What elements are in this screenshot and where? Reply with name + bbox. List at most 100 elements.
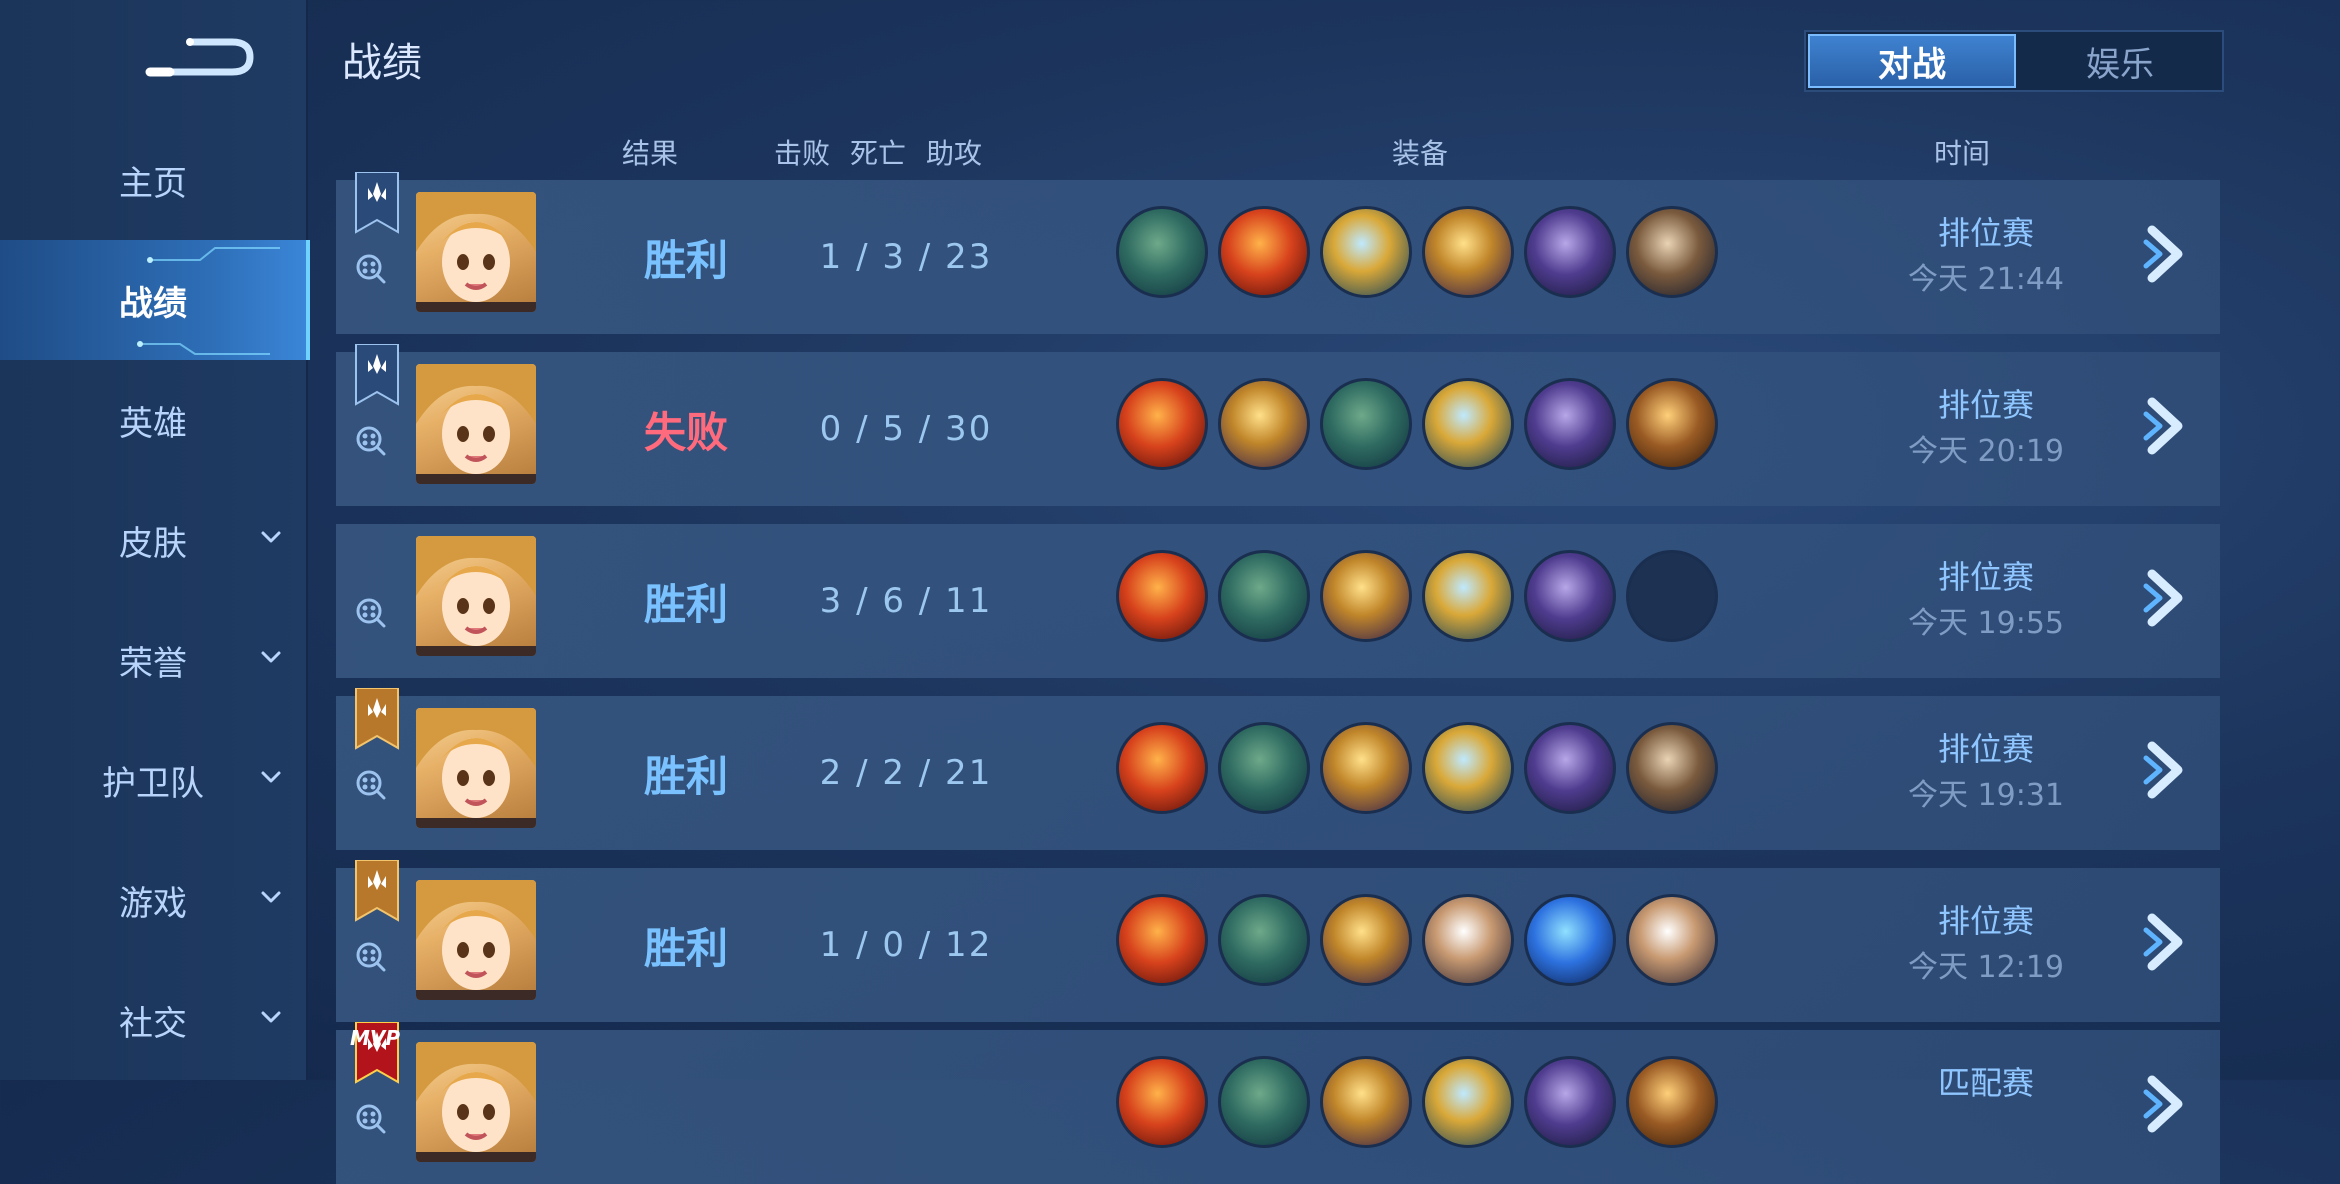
hero-portrait-icon bbox=[416, 708, 536, 828]
purple-cloak-icon[interactable] bbox=[1524, 1056, 1616, 1148]
flame-medallion-icon[interactable] bbox=[1116, 1056, 1208, 1148]
flame-medallion-icon[interactable] bbox=[1116, 550, 1208, 642]
match-result: 胜利 bbox=[643, 579, 728, 629]
boots-icon[interactable] bbox=[1116, 206, 1208, 298]
chevron-right-icon[interactable] bbox=[2134, 1072, 2198, 1136]
boots-icon[interactable] bbox=[1320, 378, 1412, 470]
hero-avatar[interactable] bbox=[416, 192, 536, 312]
equipment-list bbox=[1116, 378, 1718, 470]
replay-icon[interactable] bbox=[354, 768, 386, 800]
match-result: 胜利 bbox=[643, 923, 728, 973]
chalice-icon[interactable] bbox=[1320, 550, 1412, 642]
chevron-right-icon[interactable] bbox=[2134, 738, 2198, 802]
gold-wing-icon[interactable] bbox=[1422, 550, 1514, 642]
robe-vest-icon[interactable] bbox=[1626, 894, 1718, 986]
spiked-shield-icon[interactable] bbox=[1626, 378, 1718, 470]
back-arrow-icon bbox=[145, 38, 254, 77]
sidebar-item-label: 游戏 bbox=[119, 883, 187, 924]
chalice-icon[interactable] bbox=[1320, 894, 1412, 986]
tab-entertainment[interactable]: 娱乐 bbox=[2018, 32, 2222, 90]
gold-wing-icon[interactable] bbox=[1422, 722, 1514, 814]
chevron-right-icon[interactable] bbox=[2134, 222, 2198, 286]
boots-icon[interactable] bbox=[1218, 722, 1310, 814]
match-time: 今天 19:55 bbox=[1908, 606, 2064, 641]
flame-medallion-icon[interactable] bbox=[1116, 722, 1208, 814]
flame-medallion-icon[interactable] bbox=[1218, 206, 1310, 298]
sidebar-item-label: 英雄 bbox=[119, 403, 187, 444]
gold-wing-icon[interactable] bbox=[1422, 1056, 1514, 1148]
sidebar-item-6[interactable]: 游戏 bbox=[0, 840, 306, 960]
hero-avatar[interactable] bbox=[416, 880, 536, 1000]
hero-portrait-icon bbox=[416, 880, 536, 1000]
rank-banner-icon bbox=[355, 172, 399, 234]
match-row[interactable]: 胜利 2 / 2 / 21 排位赛 今天 19:31 bbox=[336, 688, 2220, 850]
match-result: 失败 bbox=[643, 407, 728, 457]
purple-cloak-icon[interactable] bbox=[1524, 722, 1616, 814]
hero-avatar[interactable] bbox=[416, 536, 536, 656]
blue-crystal-icon[interactable] bbox=[1524, 894, 1616, 986]
column-equipment: 装备 bbox=[1392, 137, 1449, 170]
match-mode: 排位赛 bbox=[1937, 558, 2034, 596]
sidebar-item-label: 社交 bbox=[119, 1003, 187, 1044]
replay-icon[interactable] bbox=[354, 596, 386, 628]
sidebar-item-2[interactable]: 英雄 bbox=[0, 360, 306, 480]
chevron-down-icon bbox=[261, 531, 281, 543]
gold-wing-icon[interactable] bbox=[1422, 378, 1514, 470]
chevron-right-icon[interactable] bbox=[2134, 910, 2198, 974]
hero-avatar[interactable] bbox=[416, 364, 536, 484]
match-result: 胜利 bbox=[643, 751, 728, 801]
chalice-icon[interactable] bbox=[1422, 206, 1514, 298]
match-time: 今天 19:31 bbox=[1908, 778, 2064, 813]
equipment-list bbox=[1116, 1056, 1718, 1148]
flame-medallion-icon[interactable] bbox=[1116, 894, 1208, 986]
flame-medallion-icon[interactable] bbox=[1116, 378, 1208, 470]
purple-cloak-icon[interactable] bbox=[1524, 378, 1616, 470]
empty-icon[interactable] bbox=[1626, 550, 1718, 642]
match-row[interactable]: MVP 匹配赛 bbox=[336, 1022, 2220, 1184]
replay-icon[interactable] bbox=[354, 1102, 386, 1134]
match-row[interactable]: 胜利 1 / 0 / 12 排位赛 今天 12:19 bbox=[336, 860, 2220, 1022]
sidebar-item-4[interactable]: 荣誉 bbox=[0, 600, 306, 720]
armor-plate-icon[interactable] bbox=[1626, 206, 1718, 298]
replay-icon[interactable] bbox=[354, 424, 386, 456]
sidebar-item-label: 战绩 bbox=[119, 283, 187, 324]
replay-icon[interactable] bbox=[354, 252, 386, 284]
purple-cloak-icon[interactable] bbox=[1524, 206, 1616, 298]
sidebar-item-1[interactable]: 战绩 bbox=[0, 240, 310, 360]
chevron-right-icon[interactable] bbox=[2134, 566, 2198, 630]
boots-icon[interactable] bbox=[1218, 550, 1310, 642]
armor-plate-icon[interactable] bbox=[1626, 722, 1718, 814]
chevron-down-icon bbox=[261, 891, 281, 903]
sidebar-item-7[interactable]: 社交 bbox=[0, 960, 306, 1080]
kda-stats: 3 / 6 / 11 bbox=[819, 581, 993, 621]
purple-cloak-icon[interactable] bbox=[1524, 550, 1616, 642]
sidebar-item-0[interactable]: 主页 bbox=[0, 120, 306, 240]
match-mode: 匹配赛 bbox=[1937, 1064, 2034, 1102]
rank-banner-icon bbox=[355, 344, 399, 406]
match-row[interactable]: 胜利 1 / 3 / 23 排位赛 今天 21:44 bbox=[336, 172, 2220, 334]
match-row[interactable]: 失败 0 / 5 / 30 排位赛 今天 20:19 bbox=[336, 344, 2220, 506]
match-mode: 排位赛 bbox=[1937, 386, 2034, 424]
tab-battle[interactable]: 对战 bbox=[1808, 34, 2016, 88]
back-button[interactable] bbox=[140, 22, 260, 92]
chalice-icon[interactable] bbox=[1320, 1056, 1412, 1148]
sidebar-item-5[interactable]: 护卫队 bbox=[0, 720, 306, 840]
match-row[interactable]: 胜利 3 / 6 / 11 排位赛今天 19:55 bbox=[336, 524, 2220, 678]
robe-vest-icon[interactable] bbox=[1422, 894, 1514, 986]
hero-avatar[interactable] bbox=[416, 708, 536, 828]
hero-portrait-icon bbox=[416, 192, 536, 312]
column-assists: 助攻 bbox=[926, 137, 983, 170]
hero-portrait-icon bbox=[416, 364, 536, 484]
chevron-right-icon[interactable] bbox=[2134, 394, 2198, 458]
boots-icon[interactable] bbox=[1218, 894, 1310, 986]
gold-wing-icon[interactable] bbox=[1320, 206, 1412, 298]
chalice-icon[interactable] bbox=[1218, 378, 1310, 470]
hero-avatar[interactable] bbox=[416, 1042, 536, 1162]
chevron-down-icon bbox=[261, 651, 281, 663]
chalice-icon[interactable] bbox=[1320, 722, 1412, 814]
replay-icon[interactable] bbox=[354, 940, 386, 972]
sidebar-item-3[interactable]: 皮肤 bbox=[0, 480, 306, 600]
boots-icon[interactable] bbox=[1218, 1056, 1310, 1148]
chevron-down-icon bbox=[261, 1011, 281, 1023]
spiked-shield-icon[interactable] bbox=[1626, 1056, 1718, 1148]
